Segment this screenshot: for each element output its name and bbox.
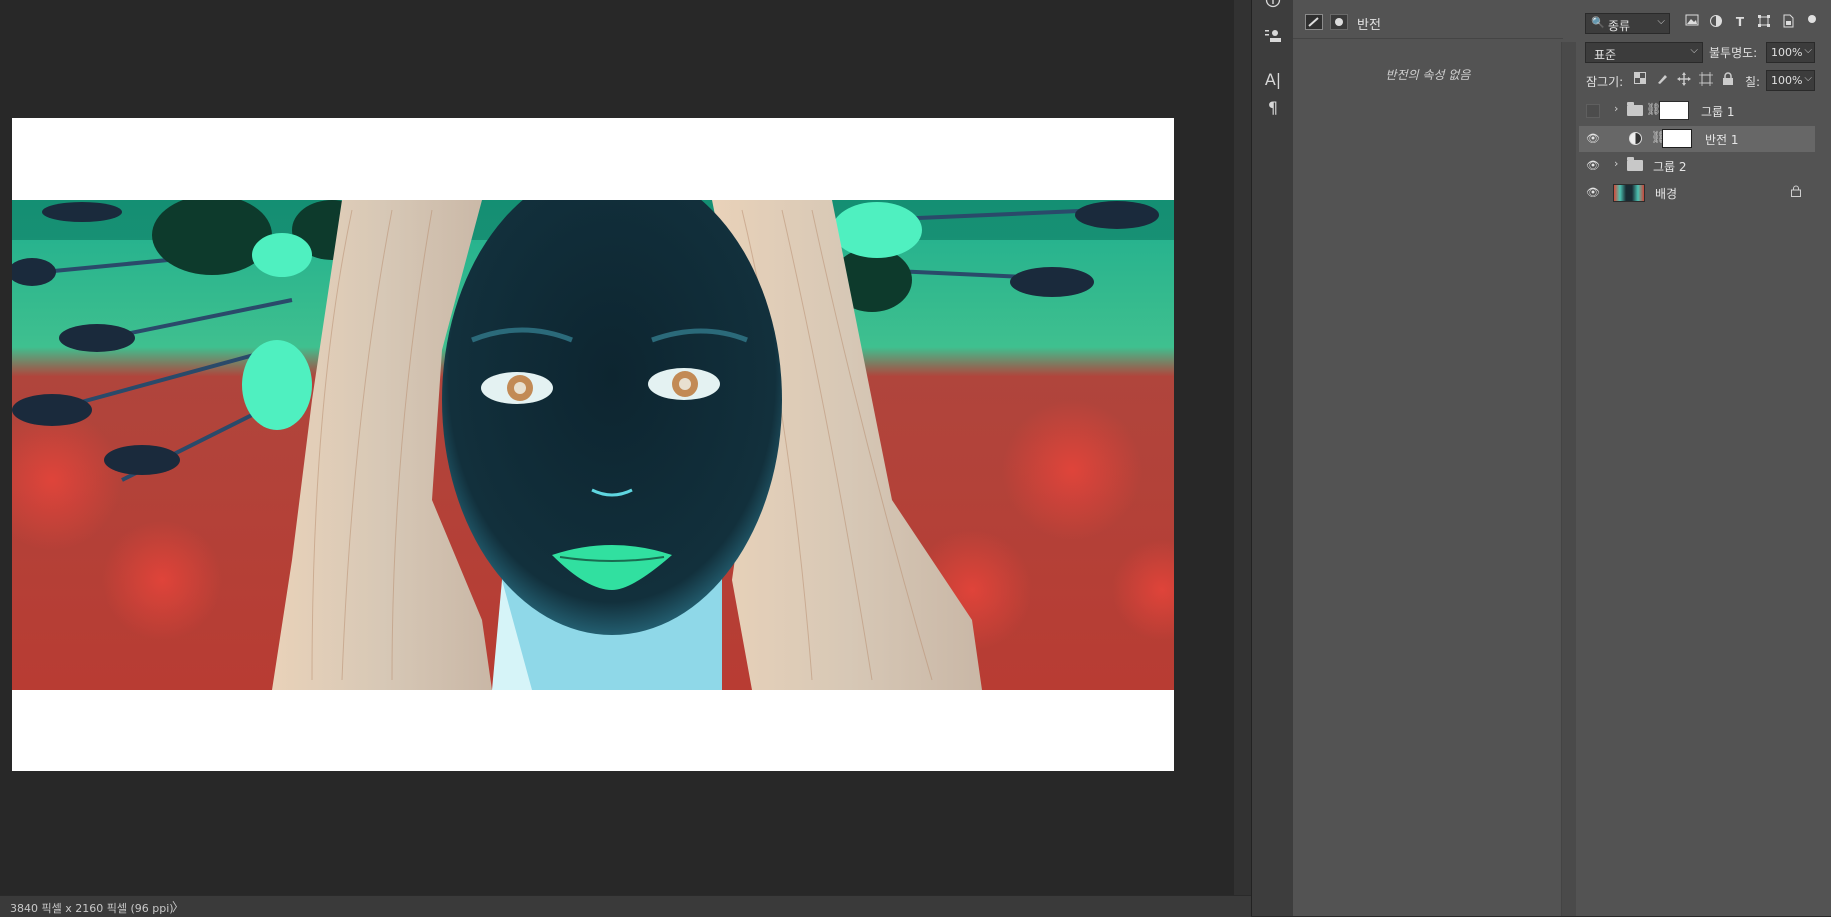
lock-all-icon[interactable] [1720, 72, 1736, 88]
divider [1293, 38, 1563, 39]
adjustment-properties-icon[interactable] [1305, 14, 1323, 30]
artboard-lock-icon[interactable] [1698, 72, 1714, 88]
layer-image-thumbnail[interactable] [1613, 184, 1645, 202]
image-filter-icon[interactable] [1684, 14, 1700, 30]
paragraph-icon[interactable]: ¶ [1262, 97, 1284, 119]
layer-filter-kind-select[interactable]: 🔍 종류 ⌵ [1585, 13, 1670, 34]
layer-row-invert-1[interactable]: 👁 ⛓ 반전 1 [1579, 126, 1815, 152]
character-icon[interactable]: A| [1262, 69, 1284, 91]
status-bar: 3840 픽셀 x 2160 픽셀 (96 ppi) 〉 [0, 895, 1251, 917]
layer-name[interactable]: 그룹 2 [1653, 158, 1687, 175]
fill-label: 칠: [1745, 75, 1761, 89]
opacity-value: 100% [1771, 46, 1803, 59]
eye-icon[interactable]: 👁 [1586, 159, 1600, 173]
folder-icon [1627, 102, 1643, 116]
lock-label: 잠그기: [1586, 75, 1624, 89]
type-filter-icon[interactable]: T [1732, 14, 1748, 30]
properties-header: 반전 [1293, 8, 1563, 36]
layer-name[interactable]: 반전 1 [1705, 131, 1739, 148]
chevron-down-icon: ⌵ [1804, 73, 1812, 84]
layer-mask-thumbnail[interactable] [1662, 129, 1692, 148]
document-size-info: 3840 픽셀 x 2160 픽셀 (96 ppi) [10, 902, 174, 915]
fill-field[interactable]: 100% ⌵ [1766, 70, 1815, 91]
layer-row-background[interactable]: 👁 배경 [1579, 180, 1815, 206]
expand-chevron-icon[interactable]: › [1614, 157, 1618, 170]
smart-object-filter-icon[interactable] [1780, 14, 1796, 30]
blend-mode-value: 표준 [1594, 48, 1617, 62]
layer-name[interactable]: 그룹 1 [1701, 103, 1735, 120]
chevron-down-icon: ⌵ [1657, 16, 1665, 27]
filter-kind-label: 종류 [1608, 19, 1631, 33]
lock-transparent-pixels-icon[interactable] [1632, 72, 1648, 88]
eye-icon[interactable]: 👁 [1586, 186, 1600, 200]
panel-icon-dock: A| ¶ [1251, 0, 1294, 916]
glyph-panel-icon[interactable] [1262, 28, 1284, 50]
properties-panel: 반전 반전의 속성 없음 [1293, 0, 1580, 916]
properties-title: 반전 [1357, 18, 1381, 33]
lock-position-icon[interactable] [1676, 72, 1692, 88]
layers-panel: 🔍 종류 ⌵ T 표준 ⌵ 불투명도: 100% ⌵ 잠그기: 칠: 100% … [1579, 0, 1831, 916]
info-icon[interactable] [1262, 0, 1284, 14]
search-icon: 🔍 [1591, 16, 1605, 29]
properties-scrollbar[interactable] [1561, 42, 1576, 916]
folder-icon [1627, 157, 1643, 171]
blend-mode-select[interactable]: 표준 ⌵ [1585, 42, 1703, 63]
lock-image-pixels-icon[interactable] [1654, 72, 1670, 88]
layer-row-group-1[interactable]: › ⛓ 그룹 1 [1579, 98, 1815, 124]
lock-icon [1791, 185, 1801, 200]
opacity-field[interactable]: 100% ⌵ [1766, 42, 1815, 63]
visibility-toggle-off[interactable] [1586, 104, 1600, 118]
layer-mask-thumbnail[interactable] [1659, 101, 1689, 120]
layer-row-group-2[interactable]: 👁 › 그룹 2 [1579, 153, 1815, 179]
layer-name[interactable]: 배경 [1655, 185, 1677, 202]
invert-adjustment-icon [1629, 132, 1642, 145]
opacity-label: 불투명도: [1709, 46, 1758, 60]
filter-toggle-icon[interactable] [1808, 15, 1816, 23]
fill-value: 100% [1771, 74, 1803, 87]
chevron-down-icon: ⌵ [1690, 45, 1698, 56]
shape-filter-icon[interactable] [1756, 14, 1772, 30]
no-properties-message: 반전의 속성 없음 [1385, 68, 1471, 82]
adjustment-filter-icon[interactable] [1708, 14, 1724, 30]
portrait-artwork [12, 200, 1174, 690]
status-menu-arrow-icon[interactable]: 〉 [172, 898, 184, 915]
canvas-vertical-scrollbar[interactable] [1234, 0, 1251, 895]
eye-icon[interactable]: 👁 [1586, 132, 1600, 146]
chevron-down-icon: ⌵ [1804, 45, 1812, 56]
mask-properties-icon[interactable] [1330, 14, 1348, 30]
expand-chevron-icon[interactable]: › [1614, 102, 1618, 115]
inverted-portrait-image[interactable] [12, 200, 1174, 690]
